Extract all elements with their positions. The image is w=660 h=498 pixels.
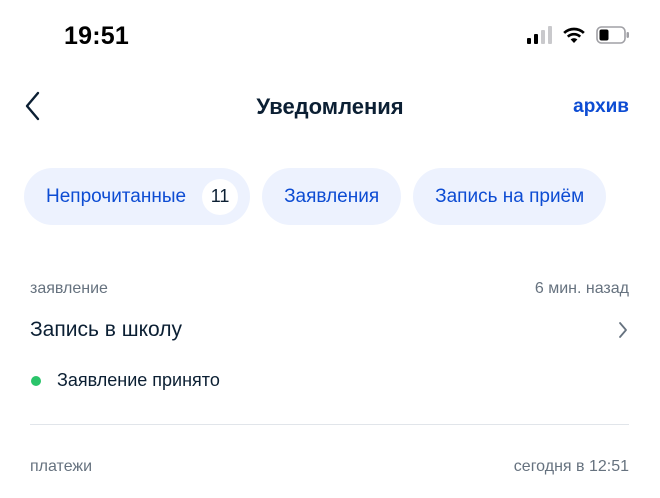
filter-chip-label: Запись на приём bbox=[435, 185, 585, 207]
archive-link[interactable]: архив bbox=[573, 96, 629, 118]
chevron-right-icon bbox=[619, 322, 627, 338]
notification-category: заявление bbox=[30, 280, 108, 297]
filter-chip-applications[interactable]: Заявления bbox=[262, 168, 402, 225]
page-title: Уведомления bbox=[256, 94, 404, 119]
status-dot bbox=[31, 375, 41, 386]
divider bbox=[30, 424, 629, 425]
notification-item[interactable]: платежи сегодня в 12:51 bbox=[30, 458, 629, 498]
status-time: 19:51 bbox=[64, 22, 129, 50]
wifi-icon bbox=[563, 27, 585, 43]
notification-time: сегодня в 12:51 bbox=[513, 458, 629, 475]
header: Уведомления архив bbox=[0, 80, 660, 140]
filter-chip-appointments[interactable]: Запись на приём bbox=[413, 168, 607, 225]
notification-status-text: Заявление принято bbox=[57, 370, 220, 390]
filter-chips: Непрочитанные 11 Заявления Запись на при… bbox=[24, 168, 607, 225]
filter-chip-label: Непрочитанные bbox=[46, 185, 187, 207]
signal-icon bbox=[527, 26, 552, 44]
status-icons bbox=[527, 26, 630, 44]
filter-chip-unread[interactable]: Непрочитанные 11 bbox=[24, 168, 251, 225]
filter-chip-label: Заявления bbox=[284, 185, 380, 207]
notification-item[interactable]: заявление 6 мин. назад Запись в школу За… bbox=[30, 280, 629, 410]
notification-title: Запись в школу bbox=[30, 318, 182, 341]
notification-status: Заявление принято bbox=[30, 370, 220, 391]
battery-icon bbox=[596, 26, 629, 44]
status-bar: 19:51 bbox=[0, 0, 660, 80]
notification-category: платежи bbox=[30, 458, 93, 475]
unread-count-badge: 11 bbox=[202, 178, 239, 215]
notification-time: 6 мин. назад bbox=[534, 280, 629, 297]
